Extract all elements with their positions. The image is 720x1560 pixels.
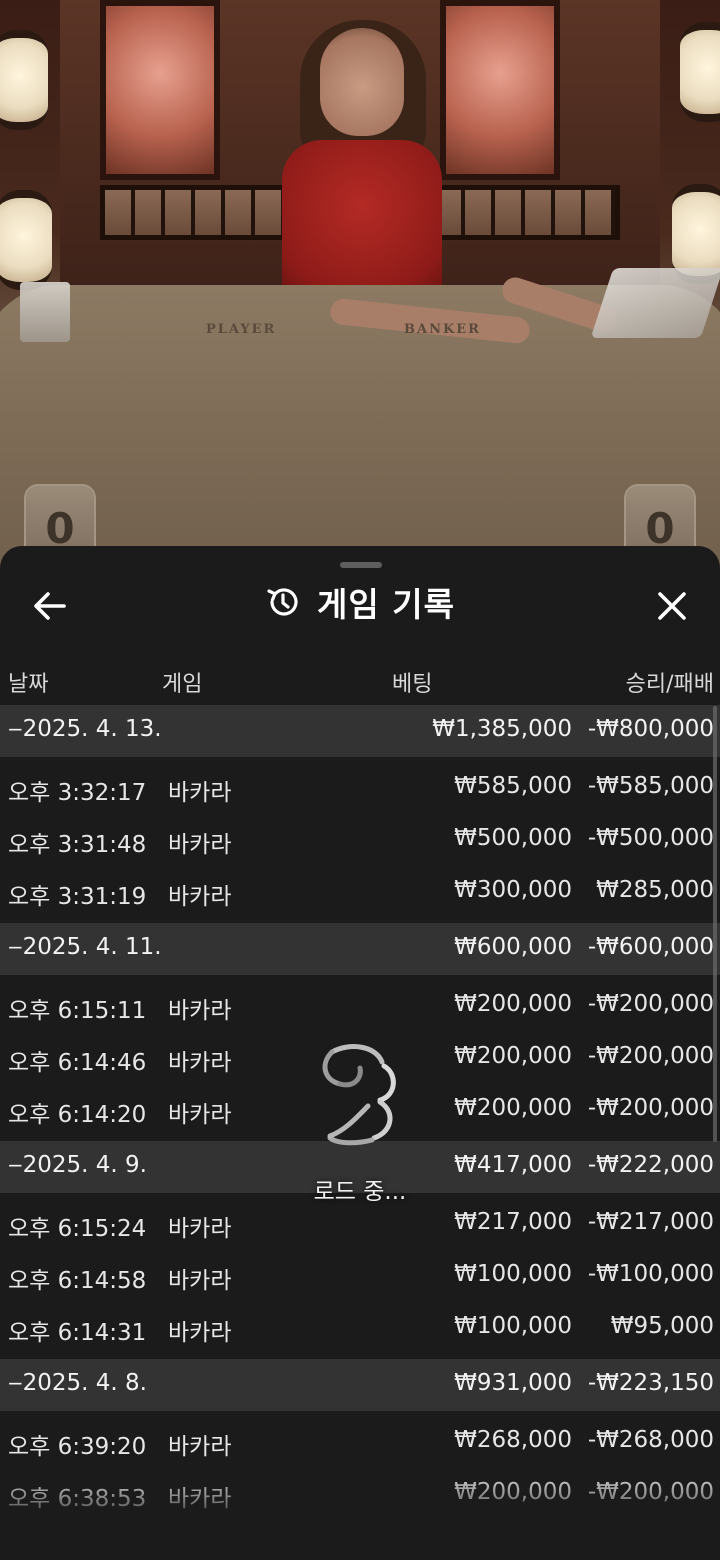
game-row[interactable]: 오후 6:15:11 바카라 ₩200,000 -₩200,000 xyxy=(0,980,720,1032)
lantern-bottom-left xyxy=(0,190,52,290)
round-result: -₩500,000 xyxy=(587,825,714,851)
round-result: -₩100,000 xyxy=(587,1261,714,1287)
round-time: 오후 6:15:11 xyxy=(8,998,147,1024)
round-result: -₩200,000 xyxy=(587,1095,714,1121)
discard-tray xyxy=(20,282,70,342)
column-header-game: 게임 xyxy=(162,672,203,697)
group-date: ‒2025. 4. 11. xyxy=(8,934,162,960)
column-header-bet: 베팅 xyxy=(392,672,433,697)
group-total-bet: ₩1,385,000 xyxy=(432,716,572,742)
round-game: 바카라 xyxy=(168,998,232,1024)
live-video-feed: PLAYER BANKER 0 0 xyxy=(0,0,720,580)
group-total-bet: ₩931,000 xyxy=(454,1370,572,1396)
round-time: 오후 3:31:48 xyxy=(8,832,147,858)
game-row[interactable]: 오후 6:38:53 바카라 ₩200,000 -₩200,000 xyxy=(0,1468,720,1520)
group-date: ‒2025. 4. 8. xyxy=(8,1370,147,1396)
column-header-date: 날짜 xyxy=(8,672,49,697)
column-headers: 날짜 게임 베팅 승리/패배 xyxy=(0,658,720,704)
group-date: ‒2025. 4. 13. xyxy=(8,716,162,742)
round-time: 오후 6:38:53 xyxy=(8,1486,147,1512)
round-game: 바카라 xyxy=(168,884,232,910)
round-game: 바카라 xyxy=(168,1486,232,1512)
round-bet: ₩500,000 xyxy=(454,825,572,851)
group-total-result: -₩222,000 xyxy=(587,1152,714,1178)
sheet-title: 게임 기록 xyxy=(317,585,455,624)
group-total-result: -₩800,000 xyxy=(587,716,714,742)
list-scrollbar[interactable] xyxy=(713,706,717,1142)
table-label-banker: BANKER xyxy=(404,322,481,337)
round-time: 오후 6:14:58 xyxy=(8,1268,147,1294)
round-result: -₩200,000 xyxy=(587,991,714,1017)
lantern-top-left xyxy=(0,30,48,130)
dealer-face xyxy=(320,28,404,136)
round-time: 오후 6:15:24 xyxy=(8,1216,147,1242)
blossom-window-right xyxy=(440,0,560,180)
game-row[interactable]: 오후 6:14:31 바카라 ₩100,000 ₩95,000 xyxy=(0,1302,720,1354)
sheet-header: 게임 기록 xyxy=(0,566,720,646)
round-time: 오후 3:32:17 xyxy=(8,780,147,806)
lantern-top-right xyxy=(680,22,720,122)
round-result: -₩217,000 xyxy=(587,1209,714,1235)
round-game: 바카라 xyxy=(168,1434,232,1460)
round-result: -₩268,000 xyxy=(587,1427,714,1453)
round-time: 오후 6:14:20 xyxy=(8,1102,147,1128)
round-game: 바카라 xyxy=(168,832,232,858)
game-row[interactable]: 오후 6:14:58 바카라 ₩100,000 -₩100,000 xyxy=(0,1250,720,1302)
group-total-result: -₩600,000 xyxy=(587,934,714,960)
game-row[interactable]: 오후 3:31:48 바카라 ₩500,000 -₩500,000 xyxy=(0,814,720,866)
round-result: -₩200,000 xyxy=(587,1479,714,1505)
column-header-result: 승리/패배 xyxy=(625,672,714,697)
round-time: 오후 6:14:31 xyxy=(8,1320,147,1346)
dealer-dress xyxy=(282,140,442,305)
round-result: -₩200,000 xyxy=(587,1043,714,1069)
game-row[interactable]: 오후 3:31:19 바카라 ₩300,000 ₩285,000 xyxy=(0,866,720,918)
round-bet: ₩200,000 xyxy=(454,1479,572,1505)
game-row[interactable]: 오후 3:32:17 바카라 ₩585,000 -₩585,000 xyxy=(0,762,720,814)
round-bet: ₩585,000 xyxy=(454,773,572,799)
loading-label: 로드 중... xyxy=(313,1179,407,1205)
round-time: 오후 6:39:20 xyxy=(8,1434,147,1460)
card-shoe xyxy=(590,268,720,338)
round-game: 바카라 xyxy=(168,1050,232,1076)
date-group-row[interactable]: ‒2025. 4. 11. ₩600,000 -₩600,000 xyxy=(0,923,720,975)
round-result: ₩95,000 xyxy=(610,1313,714,1339)
close-x-icon xyxy=(658,592,686,620)
round-game: 바카라 xyxy=(168,1216,232,1242)
loading-overlay: 로드 중... xyxy=(290,1040,430,1210)
round-time: 오후 3:31:19 xyxy=(8,884,147,910)
date-group-row[interactable]: ‒2025. 4. 13. ₩1,385,000 -₩800,000 xyxy=(0,705,720,757)
round-game: 바카라 xyxy=(168,1268,232,1294)
round-bet: ₩300,000 xyxy=(454,877,572,903)
round-result: -₩585,000 xyxy=(587,773,714,799)
group-total-bet: ₩600,000 xyxy=(454,934,572,960)
round-bet: ₩200,000 xyxy=(454,991,572,1017)
round-bet: ₩100,000 xyxy=(454,1261,572,1287)
round-bet: ₩217,000 xyxy=(454,1209,572,1235)
group-total-bet: ₩417,000 xyxy=(454,1152,572,1178)
round-bet: ₩268,000 xyxy=(454,1427,572,1453)
round-game: 바카라 xyxy=(168,1320,232,1346)
round-game: 바카라 xyxy=(168,1102,232,1128)
loading-spinner-icon xyxy=(322,1044,396,1146)
round-bet: ₩200,000 xyxy=(454,1095,572,1121)
round-bet: ₩100,000 xyxy=(454,1313,572,1339)
game-row[interactable]: 오후 6:39:20 바카라 ₩268,000 -₩268,000 xyxy=(0,1416,720,1468)
close-button[interactable] xyxy=(642,580,702,632)
round-result: ₩285,000 xyxy=(596,877,714,903)
table-label-player: PLAYER xyxy=(206,322,277,337)
round-time: 오후 6:14:46 xyxy=(8,1050,147,1076)
round-bet: ₩200,000 xyxy=(454,1043,572,1069)
group-date: ‒2025. 4. 9. xyxy=(8,1152,147,1178)
group-total-result: -₩223,150 xyxy=(587,1370,714,1396)
sheet-title-group: 게임 기록 xyxy=(0,578,720,626)
round-game: 바카라 xyxy=(168,780,232,806)
history-clock-icon xyxy=(267,588,298,616)
blossom-window-left xyxy=(100,0,220,180)
date-group-row[interactable]: ‒2025. 4. 8. ₩931,000 -₩223,150 xyxy=(0,1359,720,1411)
